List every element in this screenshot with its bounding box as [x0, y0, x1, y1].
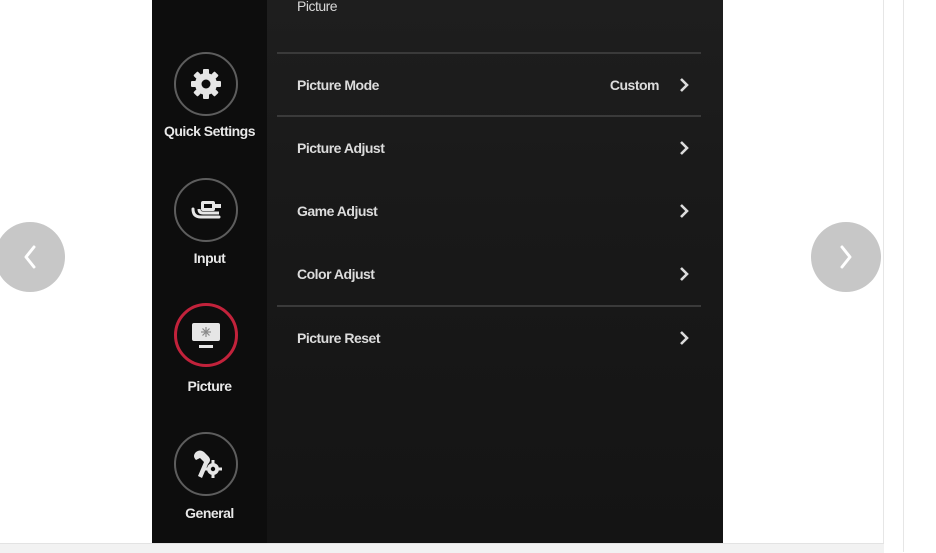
menu-item-value: Custom — [609, 77, 660, 93]
menu-item-label: Game Adjust — [297, 203, 378, 219]
divider — [277, 305, 701, 307]
chevron-left-icon — [24, 245, 36, 269]
sidebar-item-picture[interactable]: Picture — [152, 298, 267, 398]
menu-item-color-adjust[interactable]: Color Adjust — [277, 254, 701, 294]
osd-sidebar: Quick Settings Input Picture General — [152, 0, 267, 543]
sidebar-label: Quick Settings — [163, 123, 256, 139]
chevron-right-icon — [840, 245, 852, 269]
chevron-right-icon — [680, 78, 689, 92]
chevron-right-icon — [680, 267, 689, 281]
monitor-icon — [174, 303, 238, 367]
sidebar-item-input[interactable]: Input — [152, 170, 267, 270]
chevron-right-icon — [680, 204, 689, 218]
chevron-right-icon — [680, 331, 689, 345]
menu-item-picture-reset[interactable]: Picture Reset — [277, 318, 701, 358]
menu-item-game-adjust[interactable]: Game Adjust — [277, 191, 701, 231]
carousel-prev-button[interactable] — [0, 222, 65, 292]
sidebar-item-quick-settings[interactable]: Quick Settings — [152, 0, 267, 150]
section-title: Picture — [297, 0, 338, 14]
menu-item-picture-mode[interactable]: Picture Mode Custom — [277, 65, 701, 105]
gear-icon — [174, 52, 238, 116]
divider — [277, 115, 701, 117]
sidebar-label: Picture — [187, 378, 232, 394]
divider — [277, 52, 701, 54]
menu-item-label: Picture Reset — [297, 330, 380, 346]
menu-item-picture-adjust[interactable]: Picture Adjust — [277, 128, 701, 168]
monitor-osd-photo: Quick Settings Input Picture General Pic… — [152, 0, 723, 543]
wrench-gear-icon — [174, 432, 238, 496]
menu-item-label: Color Adjust — [297, 266, 375, 282]
sidebar-label: General — [185, 505, 234, 521]
menu-item-label: Picture Adjust — [297, 140, 385, 156]
osd-menu-panel: Picture Picture Mode Custom Picture Adju… — [267, 0, 723, 543]
input-cable-icon — [174, 178, 238, 242]
menu-item-label: Picture Mode — [297, 77, 379, 93]
chevron-right-icon — [680, 141, 689, 155]
sidebar-label: Input — [193, 250, 226, 266]
content-border — [883, 0, 884, 543]
carousel-next-button[interactable] — [811, 222, 881, 292]
sidebar-border — [903, 0, 904, 552]
sidebar-item-general[interactable]: General — [152, 425, 267, 530]
